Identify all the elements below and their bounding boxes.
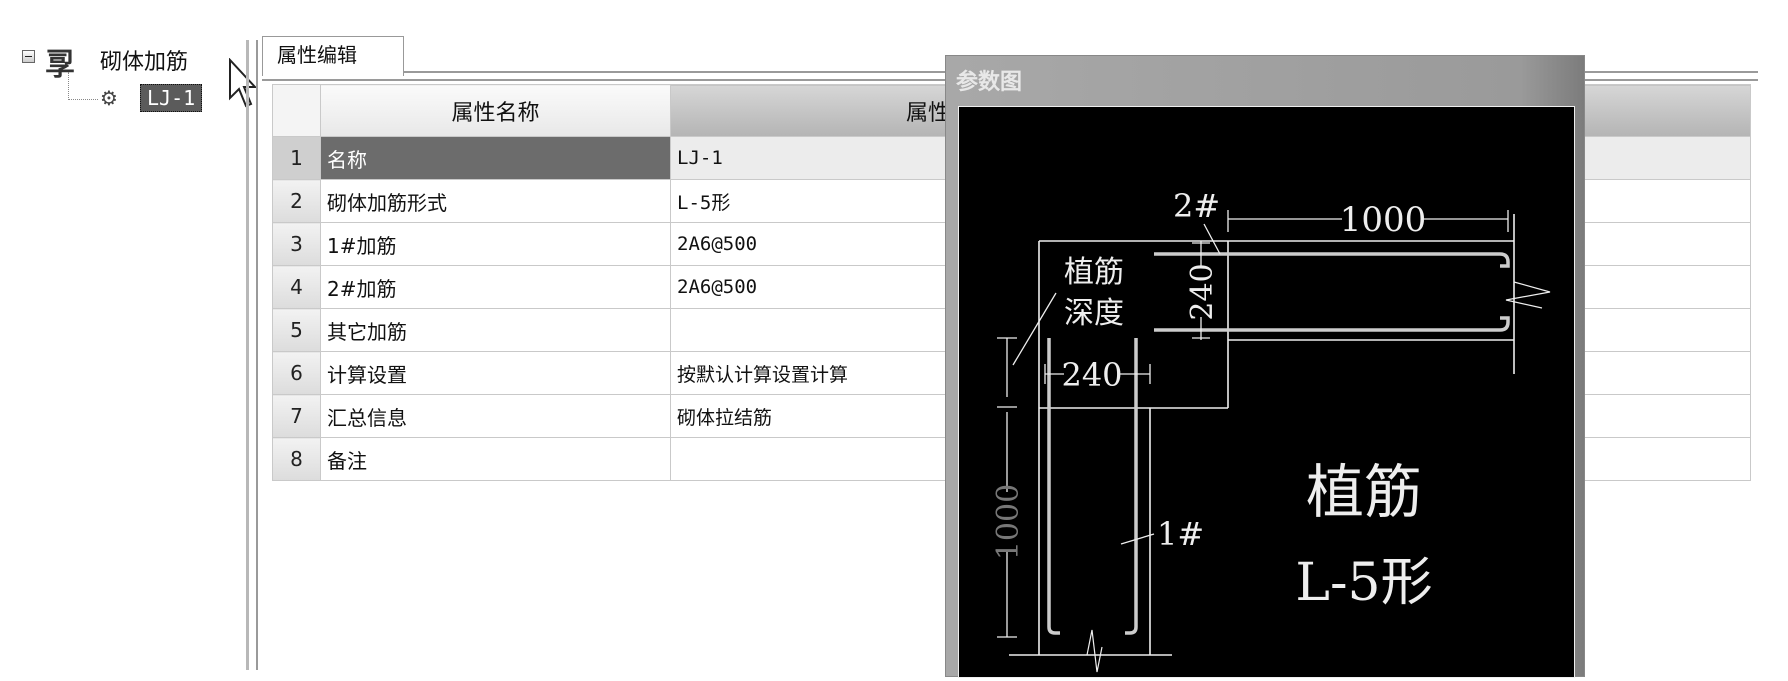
row-number: 1 [272, 136, 321, 180]
tab-property-edit[interactable]: 属性编辑 [262, 36, 404, 76]
splitter-edge [256, 40, 258, 670]
dim-left-1000: 1000 [991, 484, 1026, 560]
row-header-corner [272, 84, 321, 137]
diagram-canvas: 2# 1000 植筋 深度 240 240 1000 1# 植筋 L-5形 [958, 106, 1575, 678]
row-number: 3 [272, 222, 321, 266]
tree-collapse-toggle[interactable] [22, 50, 35, 63]
masonry-rebar-icon: 孠 [45, 48, 75, 83]
row-number: 4 [272, 265, 321, 309]
label-2: 2# [1173, 187, 1220, 225]
dim-horizontal-240: 240 [1061, 356, 1122, 394]
mouse-cursor-icon [229, 58, 256, 108]
rebar-diagram: 2# 1000 植筋 深度 240 240 1000 1# 植筋 L-5形 [991, 187, 1551, 673]
depth-label-1: 植筋 [1064, 255, 1124, 290]
property-name-cell[interactable]: 名称 [320, 136, 671, 180]
row-number: 5 [272, 308, 321, 352]
tree-root-label[interactable]: 砌体加筋 [100, 44, 188, 76]
parameter-diagram-panel: 参数图 2# 1000 植筋 深度 240 240 1000 1# 植筋 L-5… [945, 55, 1585, 678]
column-header-name[interactable]: 属性名称 [320, 84, 671, 137]
row-number: 6 [272, 351, 321, 395]
splitter[interactable] [246, 40, 249, 670]
gear-icon: ⚙ [100, 86, 118, 110]
property-name-cell[interactable]: 2#加筋 [320, 265, 671, 309]
property-name-cell[interactable]: 其它加筋 [320, 308, 671, 352]
diagram-subtitle: L-5形 [1295, 553, 1432, 613]
label-1: 1# [1157, 515, 1204, 553]
property-name-cell[interactable]: 计算设置 [320, 351, 671, 395]
property-name-cell[interactable]: 1#加筋 [320, 222, 671, 266]
dim-vertical-240: 240 [1185, 263, 1220, 320]
depth-label-2: 深度 [1064, 296, 1124, 331]
tree-connector [68, 99, 98, 100]
dim-top-1000: 1000 [1340, 200, 1427, 240]
diagram-title: 植筋 [1306, 458, 1422, 526]
tree-connector [68, 72, 69, 100]
row-number: 8 [272, 437, 321, 481]
property-name-cell[interactable]: 砌体加筋形式 [320, 179, 671, 223]
property-name-cell[interactable]: 备注 [320, 437, 671, 481]
property-name-cell[interactable]: 汇总信息 [320, 394, 671, 438]
row-number: 7 [272, 394, 321, 438]
row-number: 2 [272, 179, 321, 223]
panel-title[interactable]: 参数图 [956, 64, 1022, 96]
tree-item-lj-1[interactable]: LJ-1 [140, 84, 203, 112]
